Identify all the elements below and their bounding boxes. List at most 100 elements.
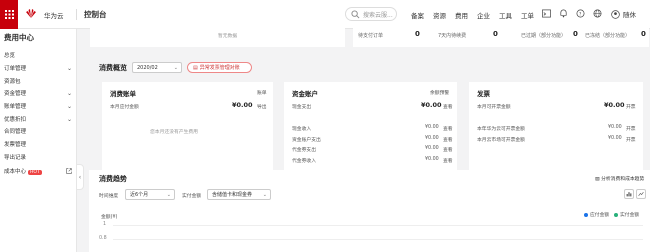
amount-type-select[interactable]: 含储值卡和现金券 ⌄ xyxy=(207,189,271,200)
sidebar-item-resource-packages[interactable]: 资源包 xyxy=(4,77,72,85)
nav-beian[interactable]: 备案 xyxy=(411,10,424,20)
y-tick: 0.8 xyxy=(99,236,107,241)
service-list-icon[interactable] xyxy=(0,0,18,29)
line-chart-icon xyxy=(638,192,644,196)
legend-label: 应付金额 xyxy=(590,213,610,218)
balance-alert-link[interactable]: 余额预警 xyxy=(430,89,449,96)
fund-card: 资金账户 余额预警 现金支出 ¥0.00 查看 现金收入 ¥0.00 查看 资金… xyxy=(284,82,457,170)
stat-value[interactable]: 0 xyxy=(641,30,646,38)
stat-label: 已冻结（部分功能） xyxy=(585,33,631,39)
legend-swatch xyxy=(614,212,618,217)
trend-card: 消费趋势 ▨ 分析消费和成本趋势 时间维度 近6个月 ⌄ 实付金额 含储值卡和现… xyxy=(89,170,650,252)
issue-invoice-link[interactable]: 开票 xyxy=(626,136,636,143)
overview-title: 消费概览 xyxy=(99,64,127,72)
sidebar-collapse-button[interactable]: ‹ xyxy=(77,164,84,190)
sidebar-item-orders[interactable]: 订单管理 ⌄ xyxy=(4,64,72,73)
top-nav: 备案 资源 费用 企业 工具 工单 xyxy=(411,10,534,20)
bar-chart-toggle[interactable] xyxy=(624,189,634,199)
sidebar-item-label: 发票管理 xyxy=(4,142,27,148)
stat-value[interactable]: 0 xyxy=(573,30,578,38)
sidebar-item-contracts[interactable]: 合同管理 xyxy=(4,127,72,135)
month-value: 2020/02 xyxy=(137,64,158,71)
legend-payable[interactable]: 应付金额 xyxy=(584,211,609,218)
invoice-row-label: 本月云市场可开票金额 xyxy=(477,138,525,143)
top-left-card: 暂无数据 xyxy=(90,27,345,47)
invoice-main-value: ¥0.00 xyxy=(604,101,625,109)
sidebar-item-export-records[interactable]: 导出记录 xyxy=(4,153,72,161)
sidebar-title: 费用中心 xyxy=(4,33,34,42)
bill-empty-note: 您本月还没有产生费用 xyxy=(150,130,198,135)
stat-label: 待支付订单 xyxy=(358,33,384,39)
help-icon[interactable]: ? xyxy=(576,9,585,18)
sidebar-item-label: 合同管理 xyxy=(4,129,27,135)
nav-tools[interactable]: 工具 xyxy=(499,10,512,20)
sidebar-item-funds[interactable]: 资金管理 ⌄ xyxy=(4,89,72,98)
bill-card-title: 消费账单 xyxy=(110,90,136,98)
fund-row-label: 代金券支出 xyxy=(292,148,316,153)
view-link[interactable]: 查看 xyxy=(443,146,453,153)
sidebar-item-cost-center[interactable]: 成本中心 HOT xyxy=(4,167,72,175)
nav-enterprise[interactable]: 企业 xyxy=(477,10,490,20)
console-title[interactable]: 控制台 xyxy=(84,9,107,20)
user-menu[interactable]: 随休 xyxy=(611,9,636,19)
line-chart-toggle[interactable] xyxy=(636,189,646,199)
hot-badge: HOT xyxy=(28,170,42,175)
fund-card-title: 资金账户 xyxy=(292,90,318,98)
fund-row-value: ¥0.00 xyxy=(425,157,439,162)
fund-row-value: ¥0.00 xyxy=(425,136,439,141)
external-link-icon xyxy=(66,168,72,174)
globe-icon[interactable] xyxy=(593,9,602,18)
sidebar-item-bills[interactable]: 账单管理 ⌄ xyxy=(4,102,72,111)
empty-note: 暂无数据 xyxy=(218,34,238,39)
trend-analysis-link[interactable]: ▨ 分析消费和成本趋势 xyxy=(595,175,644,182)
brand-name: 华为云 xyxy=(44,12,64,20)
sidebar-item-overview[interactable]: 总览 xyxy=(4,51,72,59)
view-link[interactable]: 查看 xyxy=(443,136,453,143)
bell-icon[interactable] xyxy=(559,9,568,18)
grid-line xyxy=(113,239,643,240)
sidebar-item-label: 资源包 xyxy=(4,79,21,85)
chevron-down-icon: ⌄ xyxy=(66,64,72,72)
sidebar: 费用中心 总览 订单管理 ⌄ 资源包 资金管理 ⌄ 账单管理 ⌄ 优惠折扣 ⌄ 合同管理… xyxy=(0,29,77,252)
ticket-button-label: 异常发票管理对账 xyxy=(199,65,240,71)
fund-row-value: ¥0.00 xyxy=(425,125,439,130)
month-select[interactable]: 2020/02 ⌄ xyxy=(132,62,182,73)
chevron-down-icon: ⌄ xyxy=(66,89,72,97)
fund-row-value: ¥0.00 xyxy=(425,146,439,151)
bar-chart-icon xyxy=(626,192,632,197)
top-bar: 华为云 控制台 搜索云服... 备案 资源 费用 企业 工具 工单 ? 随休 xyxy=(0,0,650,29)
bill-label: 本月应付金额 xyxy=(110,105,139,110)
trend-analysis-label: 分析消费和成本趋势 xyxy=(601,177,645,182)
stat-value[interactable]: 0 xyxy=(493,30,498,38)
nav-resources[interactable]: 资源 xyxy=(433,10,446,20)
bill-export-link[interactable]: 导出 xyxy=(257,103,267,110)
dimension-select[interactable]: 近6个月 ⌄ xyxy=(125,189,175,200)
view-link[interactable]: 查看 xyxy=(443,125,453,132)
sidebar-item-discounts[interactable]: 优惠折扣 ⌄ xyxy=(4,115,72,124)
invoice-row-value: ¥0.00 xyxy=(608,125,622,130)
search-placeholder: 搜索云服... xyxy=(363,11,393,19)
sidebar-item-label: 账单管理 xyxy=(4,104,27,110)
ticket-button[interactable]: ▤ 异常发票管理对账 xyxy=(187,62,252,73)
bill-link[interactable]: 账单 xyxy=(257,89,267,96)
huawei-logo[interactable] xyxy=(25,9,37,19)
legend-paid[interactable]: 实付金额 xyxy=(614,211,639,218)
nav-billing[interactable]: 费用 xyxy=(455,10,468,20)
view-link[interactable]: 查看 xyxy=(443,103,453,110)
issue-invoice-link[interactable]: 开票 xyxy=(626,125,636,132)
issue-invoice-link[interactable]: 开票 xyxy=(626,103,636,110)
stat-value[interactable]: 0 xyxy=(415,30,420,38)
user-name: 随休 xyxy=(623,11,636,19)
top-icons: ? xyxy=(542,9,602,18)
fund-main-value: ¥0.00 xyxy=(421,101,442,109)
sidebar-item-label: 优惠折扣 xyxy=(4,117,27,123)
invoice-card: 发票 本月可开票金额 ¥0.00 开票 本年华为云可开票金额 ¥0.00 开票 … xyxy=(469,82,643,170)
stat-label: 7天内待续费 xyxy=(438,33,467,39)
nav-tickets[interactable]: 工单 xyxy=(521,10,534,20)
fund-main-label: 现金支出 xyxy=(292,105,312,110)
search-input[interactable]: 搜索云服... xyxy=(345,7,397,21)
view-link[interactable]: 查看 xyxy=(443,157,453,164)
terminal-icon[interactable] xyxy=(542,9,551,18)
fund-row-label: 资金账户支出 xyxy=(292,138,321,143)
sidebar-item-invoices[interactable]: 发票管理 xyxy=(4,140,72,148)
